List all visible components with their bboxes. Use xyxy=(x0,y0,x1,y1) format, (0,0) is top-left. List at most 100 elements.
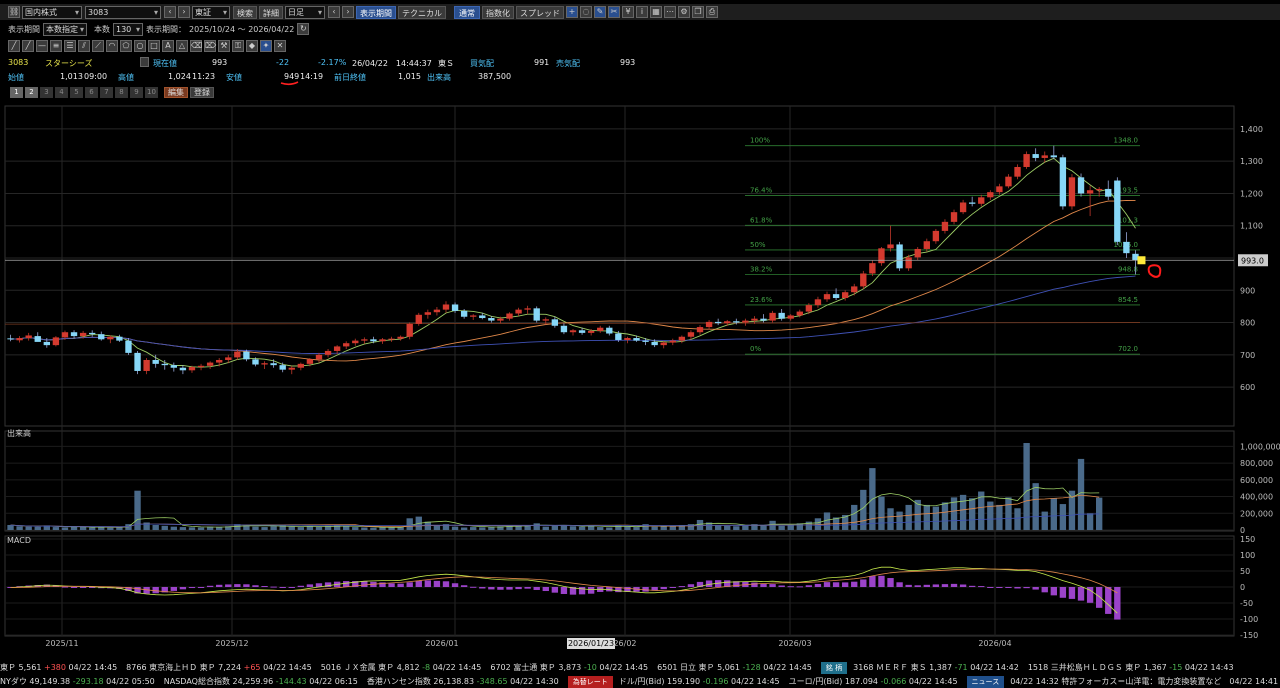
refresh-icon[interactable]: ↻ xyxy=(297,23,310,35)
grid-icon[interactable]: ▦ xyxy=(650,6,662,18)
trendline-icon[interactable]: ╱ xyxy=(8,40,20,52)
count-input[interactable]: 130 xyxy=(113,22,143,36)
copy-icon[interactable]: ❐ xyxy=(692,6,704,18)
candle-body xyxy=(1096,188,1103,191)
price-axis-label: 1,400 xyxy=(1240,125,1263,134)
fill-icon[interactable]: ◆ xyxy=(246,40,258,52)
volume-bar xyxy=(406,518,413,530)
eraser-icon[interactable]: ⌫ xyxy=(190,40,202,52)
lock-icon[interactable]: ⚿ xyxy=(232,40,244,52)
settings-icon[interactable]: ⚙ xyxy=(678,6,690,18)
ticker-item[interactable]: 6501 日立 東Ｐ 5,061 -128 04/22 14:45 xyxy=(657,662,812,674)
detail-button[interactable]: 詳細 xyxy=(259,5,283,19)
news-text[interactable]: 04/22 14:32 特許フォーカス＝山洋電：電力変換装置など 04/22 1… xyxy=(1010,676,1280,688)
triangle-icon[interactable]: △ xyxy=(176,40,188,52)
prev-arrow-icon[interactable]: ‹ xyxy=(164,6,176,18)
brush-icon[interactable]: ⚒ xyxy=(218,40,230,52)
stock-chart[interactable]: 100%1348.076.4%1193.561.8%1101.350%1025.… xyxy=(0,98,1280,660)
link-icon[interactable]: ⛓ xyxy=(8,6,20,18)
range-mode-select[interactable]: 本数指定 xyxy=(43,22,87,36)
volume-title: 出来高 xyxy=(7,428,31,438)
arc-icon[interactable]: ◠ xyxy=(106,40,118,52)
macd-histogram-bar xyxy=(687,584,695,587)
ticker-item[interactable]: NYダウ 49,149.38 -293.18 04/22 05:50 xyxy=(0,676,155,688)
next-period-icon[interactable]: › xyxy=(342,6,354,18)
print-icon[interactable]: ⎙ xyxy=(706,6,718,18)
multi-line-icon[interactable]: ☰ xyxy=(64,40,76,52)
parallel-line-icon[interactable]: ⫽ xyxy=(78,40,90,52)
dots-icon[interactable]: ⋯ xyxy=(664,6,676,18)
cursor-date-label: 2026/01/23 xyxy=(568,639,614,648)
spread-button[interactable]: スプレッド xyxy=(516,5,564,19)
bid-label: 売気配 xyxy=(556,59,580,68)
date-axis-label: 2026/03 xyxy=(778,639,811,648)
ticker-item[interactable]: NASDAQ総合指数 24,259.96 -144.43 04/22 06:15 xyxy=(164,676,358,688)
candle-body xyxy=(996,186,1003,193)
magic-icon[interactable]: ✦ xyxy=(260,40,272,52)
code-input[interactable]: 3083 xyxy=(85,5,161,19)
add-icon[interactable]: + xyxy=(566,6,578,18)
ticker-item[interactable]: 8766 東京海上ＨＤ 東Ｐ 7,224 +65 04/22 14:45 xyxy=(126,662,312,674)
fib-value-label: 1348.0 xyxy=(1114,137,1139,145)
text-icon[interactable]: A xyxy=(162,40,174,52)
compare-icon[interactable]: ◌ xyxy=(580,6,592,18)
index-button[interactable]: 指数化 xyxy=(482,5,514,19)
date-axis-label: 2025/12 xyxy=(215,639,248,648)
rectangle-icon[interactable]: □ xyxy=(148,40,160,52)
next-arrow-icon[interactable]: › xyxy=(178,6,190,18)
ticker-item[interactable]: 東Ｐ 5,561 +380 04/22 14:45 xyxy=(0,662,117,674)
candle-body xyxy=(578,330,586,333)
ticker-item[interactable]: ドル/円(Bid) 159.190 -0.196 04/22 14:45 xyxy=(619,676,780,688)
volume-bar xyxy=(533,523,540,530)
pen-icon[interactable]: ✎ xyxy=(594,6,606,18)
market-select[interactable]: 国内株式 xyxy=(22,5,82,19)
circle-icon[interactable]: ○ xyxy=(134,40,146,52)
tools-icon[interactable]: ✂ xyxy=(608,6,620,18)
horizontal-line-icon[interactable]: — xyxy=(36,40,48,52)
prev-period-icon[interactable]: ‹ xyxy=(328,6,340,18)
channel-icon[interactable]: ≡ xyxy=(50,40,62,52)
search-button[interactable]: 検索 xyxy=(233,5,257,19)
edit-button[interactable]: 編集 xyxy=(164,86,188,98)
macd-histogram-bar xyxy=(959,584,967,587)
normal-button[interactable]: 通常 xyxy=(454,5,480,19)
fan-icon[interactable]: ⟋ xyxy=(92,40,104,52)
polygon-icon[interactable]: ⬠ xyxy=(120,40,132,52)
ticker-item[interactable]: 3168 ＭＥＲＦ 東Ｓ 1,387 -71 04/22 14:42 xyxy=(853,662,1019,674)
yen-icon[interactable]: ¥ xyxy=(622,6,634,18)
page-tab-1[interactable]: 1 xyxy=(10,86,23,98)
register-button[interactable]: 登録 xyxy=(190,86,214,98)
ticker-item[interactable]: 1518 三井松島ＨＬＤＧＳ 東Ｐ 1,367 -15 04/22 14:43 xyxy=(1028,662,1234,674)
ticker-item[interactable]: 6702 富士通 東Ｐ 3,873 -10 04/22 14:45 xyxy=(490,662,648,674)
page-tab-4[interactable]: 4 xyxy=(55,86,68,98)
clear-icon[interactable]: ✕ xyxy=(274,40,286,52)
ticker-item[interactable]: ユーロ/円(Bid) 187.094 -0.066 04/22 14:45 xyxy=(789,676,958,688)
eraser-all-icon[interactable]: ⌦ xyxy=(204,40,216,52)
page-tab-3[interactable]: 3 xyxy=(40,86,53,98)
page-tab-5[interactable]: 5 xyxy=(70,86,83,98)
candle-body xyxy=(624,338,631,340)
ticker-indices: NYダウ 49,149.38 -293.18 04/22 05:50 NASDAQ… xyxy=(0,676,1280,688)
macd-histogram-bar xyxy=(216,584,223,587)
page-tab-9[interactable]: 9 xyxy=(130,86,143,98)
info-icon[interactable]: i xyxy=(636,6,648,18)
ray-line-icon[interactable]: ╱ xyxy=(22,40,34,52)
page-tab-8[interactable]: 8 xyxy=(115,86,128,98)
macd-histogram-bar xyxy=(197,587,205,588)
page-tab-6[interactable]: 6 xyxy=(85,86,98,98)
page-tab-2[interactable]: 2 xyxy=(25,86,38,98)
macd-histogram-bar xyxy=(70,587,78,588)
doc-icon[interactable] xyxy=(140,57,149,67)
display-period-button[interactable]: 表示期間 xyxy=(356,5,396,19)
volume-bar xyxy=(343,526,350,530)
technical-button[interactable]: テクニカル xyxy=(398,5,446,19)
ticker-item[interactable]: 香港ハンセン指数 26,138.83 -348.65 04/22 14:30 xyxy=(367,676,559,688)
exchange-select[interactable]: 東証 xyxy=(192,5,230,19)
ticker-item[interactable]: 5016 ＪＸ金属 東Ｐ 4,812 -8 04/22 14:45 xyxy=(321,662,482,674)
macd-histogram-bar xyxy=(923,584,930,587)
volume-bar xyxy=(733,526,740,530)
page-tab-7[interactable]: 7 xyxy=(100,86,113,98)
candle-body xyxy=(887,244,894,249)
period-select[interactable]: 日足 xyxy=(285,5,325,19)
page-tab-10[interactable]: 10 xyxy=(145,86,158,98)
